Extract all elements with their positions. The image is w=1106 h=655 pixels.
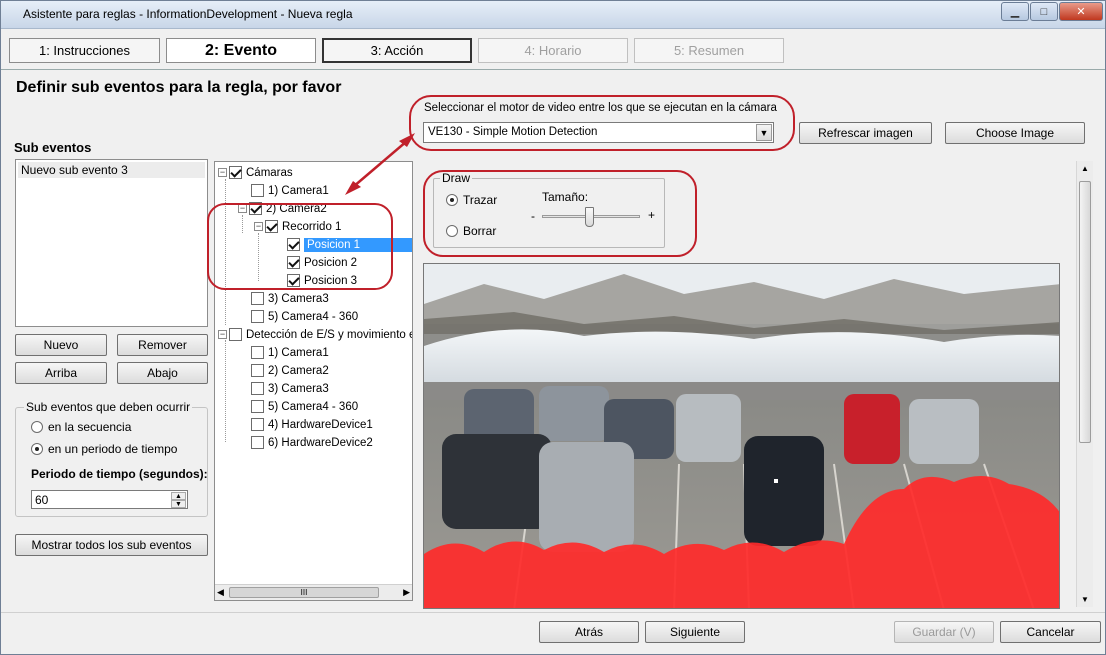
tree-node-label: 1) Camera1 [268, 346, 329, 359]
wizard-footer: Atrás Siguiente Guardar (V) Cancelar [1, 612, 1105, 654]
checkbox-icon[interactable] [251, 418, 264, 431]
tree-node-camera3[interactable]: 3) Camera3 [251, 290, 329, 307]
scroll-up-icon[interactable]: ▲ [1081, 164, 1089, 173]
tree-node-hardware2[interactable]: 6) HardwareDevice2 [251, 434, 373, 451]
tree-guide [225, 340, 226, 442]
wizard-steps: 1: Instrucciones 2: Evento 3: Acción 4: … [1, 30, 1105, 70]
save-button: Guardar (V) [894, 621, 994, 643]
tree-node-label: Detección de E/S y movimiento e [246, 328, 413, 341]
tree-node-label: 3) Camera3 [268, 292, 329, 305]
period-label: Periodo de tiempo (segundos): [31, 467, 208, 481]
list-item[interactable]: Nuevo sub evento 3 [18, 162, 205, 178]
stepper-down-icon[interactable]: ▼ [171, 500, 186, 508]
scroll-right-icon[interactable]: ▶ [403, 587, 410, 598]
checkbox-icon[interactable] [251, 310, 264, 323]
checkbox-icon[interactable] [251, 292, 264, 305]
scroll-thumb[interactable]: III [229, 587, 379, 598]
tree-node-camera4[interactable]: 5) Camera4 - 360 [251, 308, 358, 325]
tree-node-io-camera2[interactable]: 2) Camera2 [251, 362, 329, 379]
period-radio[interactable] [31, 443, 43, 455]
checkbox-icon[interactable] [251, 364, 264, 377]
scroll-thumb[interactable] [1079, 181, 1091, 443]
refresh-image-button[interactable]: Refrescar imagen [799, 122, 932, 144]
tree-horizontal-scrollbar[interactable]: ◀ III ▶ [215, 584, 412, 600]
period-option-label: en un periodo de tiempo [48, 442, 178, 456]
tree-node-label: 5) Camera4 - 360 [268, 400, 359, 413]
step-summary: 5: Resumen [634, 38, 784, 63]
maximize-button[interactable]: □ [1030, 2, 1058, 21]
tree-node-label: 6) HardwareDevice2 [268, 436, 373, 449]
collapse-icon[interactable]: − [218, 168, 227, 177]
tree-node-hardware1[interactable]: 4) HardwareDevice1 [251, 416, 373, 433]
minimize-button[interactable]: ▁ [1001, 2, 1029, 21]
sequence-label: en la secuencia [48, 420, 132, 434]
scroll-left-icon[interactable]: ◀ [217, 587, 224, 598]
down-button[interactable]: Abajo [117, 362, 208, 384]
stepper-up-icon[interactable]: ▲ [171, 492, 186, 500]
next-button[interactable]: Siguiente [645, 621, 745, 643]
sub-events-title: Sub eventos [14, 140, 92, 155]
checkbox-icon[interactable] [251, 184, 264, 197]
tree-node-label: 4) HardwareDevice1 [268, 418, 373, 431]
tree-node-camera1[interactable]: 1) Camera1 [251, 182, 329, 199]
tree-node-io-camera3[interactable]: 3) Camera3 [251, 380, 329, 397]
checkbox-icon[interactable] [251, 382, 264, 395]
back-button[interactable]: Atrás [539, 621, 639, 643]
tree-node-label: 5) Camera4 - 360 [268, 310, 359, 323]
up-button[interactable]: Arriba [15, 362, 107, 384]
step-schedule: 4: Horario [478, 38, 628, 63]
window-title: Asistente para reglas - InformationDevel… [23, 7, 353, 21]
tree-node-label: 2) Camera2 [268, 364, 329, 377]
remove-button[interactable]: Remover [117, 334, 208, 356]
checkbox-icon[interactable] [251, 400, 264, 413]
parking-lot-image [424, 264, 1059, 608]
new-button[interactable]: Nuevo [15, 334, 107, 356]
checkbox-icon[interactable] [229, 166, 242, 179]
checkbox-icon[interactable] [251, 436, 264, 449]
annotation-ellipse-draw [423, 170, 697, 257]
annotation-ellipse-route [207, 203, 393, 290]
annotation-ellipse-engine [409, 95, 795, 151]
collapse-icon[interactable]: − [218, 330, 227, 339]
step-event[interactable]: 2: Evento [166, 38, 316, 63]
checkbox-icon[interactable] [251, 346, 264, 359]
tree-node-label: 1) Camera1 [268, 184, 329, 197]
tree-node-label: Cámaras [246, 166, 293, 179]
tree-node-io-group[interactable]: − Detección de E/S y movimiento e [218, 326, 413, 343]
tree-node-io-camera4[interactable]: 5) Camera4 - 360 [251, 398, 358, 415]
wizard-window: Asistente para reglas - InformationDevel… [0, 0, 1106, 655]
close-button[interactable]: ✕ [1059, 2, 1103, 21]
step-instructions[interactable]: 1: Instrucciones [9, 38, 160, 63]
occurrence-group-title: Sub eventos que deben ocurrir [24, 400, 193, 414]
tree-node-io-camera1[interactable]: 1) Camera1 [251, 344, 329, 361]
period-value: 60 [35, 493, 49, 507]
annotation-arrow-icon [345, 133, 415, 195]
page-title: Definir sub eventos para la regla, por f… [16, 79, 342, 96]
choose-image-button[interactable]: Choose Image [945, 122, 1085, 144]
vertical-scrollbar[interactable]: ▲ ▼ [1076, 161, 1093, 607]
sequence-radio[interactable] [31, 421, 43, 433]
sub-events-list: Nuevo sub evento 3 [15, 159, 208, 327]
checkbox-icon[interactable] [229, 328, 242, 341]
camera-image-canvas[interactable] [423, 263, 1060, 609]
period-stepper[interactable]: 60 ▲ ▼ [31, 490, 188, 509]
scroll-down-icon[interactable]: ▼ [1081, 595, 1089, 604]
step-action[interactable]: 3: Acción [322, 38, 472, 63]
show-all-button[interactable]: Mostrar todos los sub eventos [15, 534, 208, 556]
title-bar: Asistente para reglas - InformationDevel… [1, 1, 1105, 29]
cancel-button[interactable]: Cancelar [1000, 621, 1101, 643]
tree-node-cameras[interactable]: − Cámaras [218, 164, 293, 181]
tree-node-label: 3) Camera3 [268, 382, 329, 395]
